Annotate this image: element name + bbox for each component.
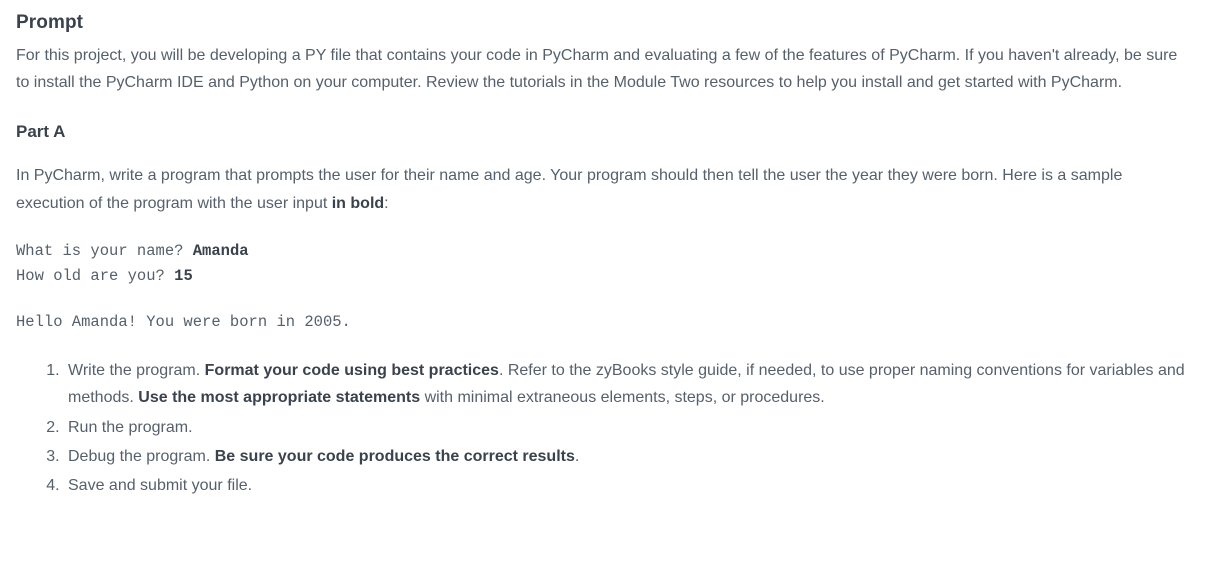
step-1: Write the program. Format your code usin…	[64, 357, 1193, 411]
step-3: Debug the program. Be sure your code pro…	[64, 443, 1193, 470]
step-bold: Format your code using best practices	[205, 362, 499, 379]
step-4: Save and submit your file.	[64, 472, 1193, 499]
sample-input-block: What is your name? Amanda How old are yo…	[16, 239, 1193, 289]
step-text: .	[575, 448, 579, 465]
intro-bold: in bold	[332, 195, 384, 212]
sample-line1-input: Amanda	[193, 242, 249, 260]
step-2: Run the program.	[64, 414, 1193, 441]
intro-text: In PyCharm, write a program that prompts…	[16, 167, 1122, 211]
sample-line2-input: 15	[174, 267, 193, 285]
step-bold: Be sure your code produces the correct r…	[215, 448, 575, 465]
step-text: Debug the program.	[68, 448, 215, 465]
intro-suffix: :	[384, 195, 388, 212]
sample-line1-prompt: What is your name?	[16, 242, 193, 260]
steps-list: Write the program. Format your code usin…	[16, 357, 1193, 499]
sample-output-block: Hello Amanda! You were born in 2005.	[16, 310, 1193, 335]
part-a-heading: Part A	[16, 122, 1193, 142]
step-text: Write the program.	[68, 362, 205, 379]
prompt-heading: Prompt	[16, 12, 1193, 34]
document-body: Prompt For this project, you will be dev…	[0, 0, 1209, 521]
prompt-intro: For this project, you will be developing…	[16, 42, 1193, 96]
part-a-intro: In PyCharm, write a program that prompts…	[16, 162, 1193, 216]
step-bold: Use the most appropriate statements	[138, 389, 420, 406]
step-text: with minimal extraneous elements, steps,…	[420, 389, 825, 406]
sample-line2-prompt: How old are you?	[16, 267, 174, 285]
